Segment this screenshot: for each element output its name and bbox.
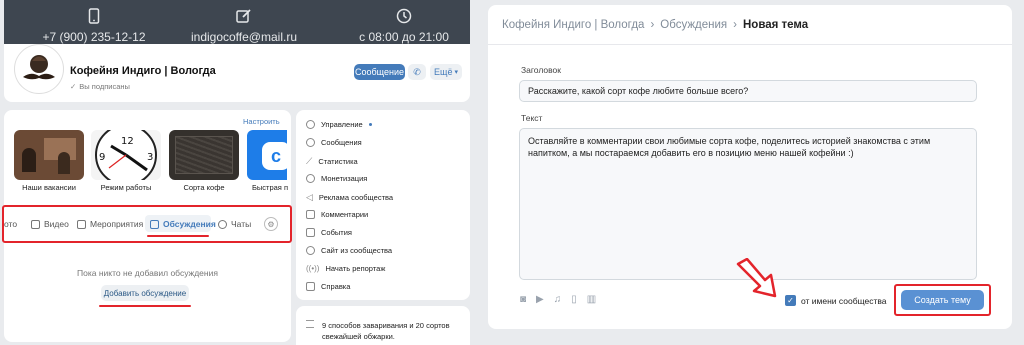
- video-play-icon[interactable]: ▶: [536, 294, 544, 305]
- menu-help[interactable]: Справка: [306, 282, 350, 291]
- annotation-underline-tab: [147, 235, 209, 237]
- help-icon: [306, 282, 315, 291]
- annotation-arrow-icon: [736, 258, 777, 298]
- album-tile-hours[interactable]: 12 9 3: [91, 130, 161, 180]
- album-label-vacancies: Наши вакансии: [22, 183, 76, 192]
- create-topic-button[interactable]: Создать тему: [901, 290, 984, 310]
- album-tile-quick[interactable]: c: [247, 130, 287, 180]
- menu-messages[interactable]: Сообщения: [306, 138, 362, 147]
- menu-site[interactable]: Сайт из сообщества: [306, 246, 392, 255]
- breadcrumb: Кофейня Индиго | Вологда › Обсуждения › …: [502, 19, 808, 31]
- breadcrumb-current: Новая тема: [742, 19, 809, 31]
- chart-line-icon: ⟋: [306, 156, 313, 166]
- menu-monetization[interactable]: Монетизация: [306, 174, 367, 183]
- clock-icon: [396, 8, 412, 24]
- list-icon: [306, 320, 314, 328]
- check-icon: ✓: [787, 296, 794, 305]
- album-tile-vacancies[interactable]: [14, 130, 84, 180]
- globe-icon: [306, 246, 315, 255]
- text-label: Текст: [521, 113, 543, 123]
- document-icon[interactable]: ▯: [571, 294, 577, 305]
- post-snippet-text: 9 способов заваривания и 20 сортов свежа…: [322, 321, 450, 341]
- music-icon[interactable]: ♫: [554, 294, 562, 305]
- contact-hours: с 08:00 до 21:00: [334, 8, 474, 44]
- menu-manage[interactable]: Управление: [306, 120, 372, 129]
- menu-stats[interactable]: ⟋ Статистика: [306, 156, 358, 167]
- video-icon: [31, 219, 40, 229]
- tab-video[interactable]: Видео: [31, 219, 69, 229]
- tab-discussions[interactable]: Обсуждения: [150, 219, 216, 229]
- community-name[interactable]: Кофейня Индиго | Вологда: [70, 65, 216, 77]
- call-button[interactable]: ✆: [408, 64, 426, 80]
- camera-icon[interactable]: ◙: [520, 294, 526, 305]
- title-input[interactable]: Расскажите, какой сорт кофе любите больш…: [519, 80, 977, 102]
- message-button[interactable]: Сообщение: [354, 64, 405, 80]
- edit-icon: [236, 9, 251, 23]
- megaphone-icon: ◁: [306, 192, 313, 202]
- events-icon: [306, 228, 315, 237]
- poll-icon[interactable]: ▥: [587, 294, 596, 305]
- phone-icon: [88, 8, 100, 24]
- menu-broadcast[interactable]: ((•)) Начать репортаж: [306, 264, 385, 273]
- as-community-checkbox[interactable]: ✓: [785, 295, 796, 306]
- annotation-underline-add: [99, 305, 191, 307]
- add-discussion-button[interactable]: Добавить обсуждение: [101, 285, 189, 301]
- menu-ads[interactable]: ◁ Реклама сообщества: [306, 192, 393, 203]
- contact-phone[interactable]: +7 (900) 235-12-12: [24, 8, 164, 44]
- breadcrumb-community[interactable]: Кофейня Индиго | Вологда: [502, 19, 644, 31]
- gear-icon[interactable]: ⚙: [264, 217, 278, 231]
- as-community-label[interactable]: от имени сообщества: [801, 296, 887, 306]
- empty-discussions-text: Пока никто не добавил обсуждения: [77, 268, 218, 278]
- menu-comments[interactable]: Комментарии: [306, 210, 368, 219]
- message-icon: [306, 138, 315, 147]
- breadcrumb-discussions[interactable]: Обсуждения: [660, 19, 727, 31]
- dot-indicator: [368, 123, 372, 126]
- community-avatar[interactable]: [15, 45, 63, 93]
- clock-face-icon: 12 9 3: [95, 130, 157, 180]
- phone-handset-icon: ✆: [413, 66, 421, 77]
- attachment-toolbar: ◙ ▶ ♫ ▯ ▥: [520, 294, 596, 305]
- tab-photo[interactable]: ото: [4, 219, 17, 229]
- mustache-logo-icon: [23, 55, 55, 80]
- coin-icon: [306, 174, 315, 183]
- svg-text:3: 3: [147, 152, 153, 163]
- title-label: Заголовок: [521, 65, 561, 75]
- chevron-right-icon: ›: [650, 19, 655, 31]
- broadcast-icon: ((•)): [306, 264, 320, 273]
- divider: [488, 44, 1012, 45]
- c-logo-icon: c: [262, 142, 287, 170]
- svg-text:12: 12: [121, 136, 134, 147]
- discussion-icon: [150, 219, 159, 229]
- chevron-down-icon: ▾: [454, 69, 458, 76]
- gear-icon: [306, 120, 315, 129]
- check-icon: ✓: [70, 82, 77, 91]
- menu-events[interactable]: События: [306, 228, 352, 237]
- chat-icon: [218, 219, 227, 229]
- tab-chats[interactable]: Чаты: [218, 219, 251, 229]
- configure-link[interactable]: Настроить: [243, 117, 280, 126]
- tab-events[interactable]: Мероприятия: [77, 219, 143, 229]
- album-label-hours: Режим работы: [100, 183, 152, 192]
- album-tile-coffee[interactable]: [169, 130, 239, 180]
- subscription-status: ✓ Вы подписаны: [70, 82, 130, 91]
- chevron-right-icon: ›: [733, 19, 737, 31]
- contact-email[interactable]: indigocoffe@mail.ru: [174, 8, 314, 44]
- more-button[interactable]: Ещё ▾: [430, 64, 462, 80]
- svg-text:9: 9: [99, 152, 105, 163]
- album-label-quick: Быстрая п: [251, 183, 288, 192]
- calendar-icon: [77, 219, 86, 229]
- comment-icon: [306, 210, 315, 219]
